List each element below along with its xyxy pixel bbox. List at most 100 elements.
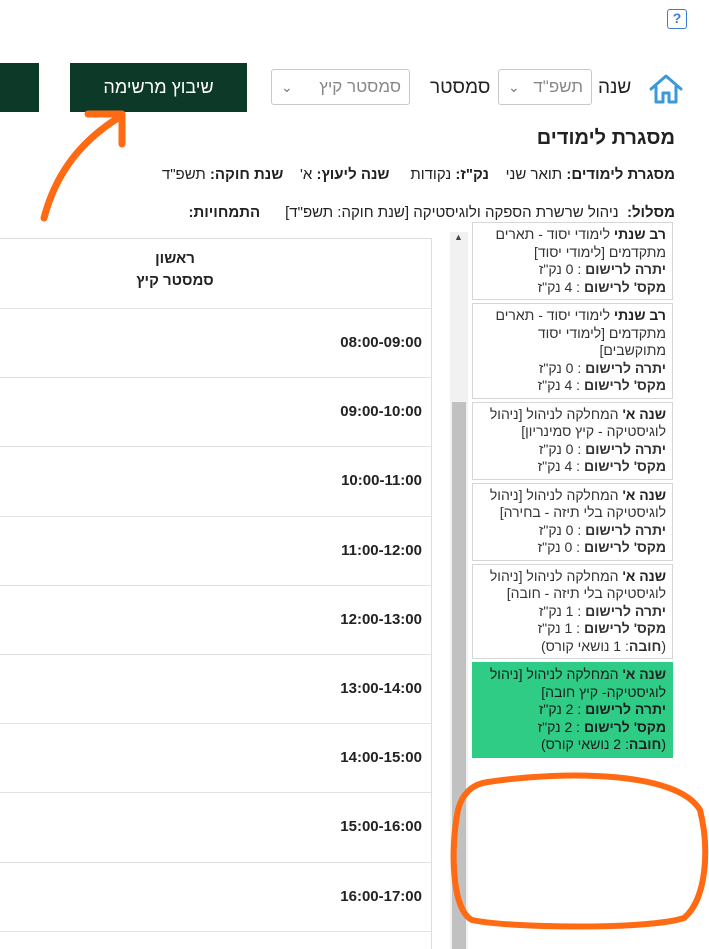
scroll-up-icon[interactable]: ▲	[454, 232, 463, 242]
max-value: : 2 נק"ז	[537, 718, 581, 735]
toolbar-button[interactable]	[0, 63, 39, 112]
balance-line: יתרה לרישום : 2 נק"ז	[477, 701, 666, 719]
requirement-card[interactable]: שנה א' המחלקה לניהול [ניהול לוגיסטיקה - …	[472, 401, 673, 480]
grid-divider	[0, 238, 432, 239]
max-label: מקס' לרישום	[583, 539, 666, 555]
time-slot-label: 09:00-10:00	[340, 403, 422, 420]
annotation-highlight-ellipse	[450, 772, 709, 930]
max-value: : 4 נק"ז	[537, 458, 581, 474]
requirement-card[interactable]: שנה א' המחלקה לניהול [ניהול לוגיסטיקה בל…	[472, 482, 673, 561]
time-slot-label: 14:00-15:00	[340, 749, 422, 766]
grid-row-divider	[0, 377, 432, 378]
max-line: מקס' לרישום : 2 נק"ז	[477, 719, 666, 737]
required-line: (חובה: 2 נושאי קורס)	[540, 736, 666, 752]
grid-row-divider	[0, 585, 432, 586]
grid-row-divider	[0, 654, 432, 655]
card-description: רב שנתי לימודי יסוד - תארים מתקדמים [לימ…	[477, 226, 666, 261]
balance-line: יתרה לרישום : 0 נק"ז	[477, 441, 666, 459]
card-description: שנה א' המחלקה לניהול [ניהול לוגיסטיקה בל…	[477, 487, 666, 522]
advising-year-value: א'	[300, 166, 313, 183]
balance-line: יתרה לרישום : 1 נק"ז	[477, 603, 666, 621]
balance-value: : 0 נק"ז	[538, 359, 582, 376]
time-slot-label: 11:00-12:00	[341, 542, 422, 559]
time-slot-label: 16:00-17:00	[340, 888, 422, 905]
framework-label: מסגרת לימודים:	[566, 166, 675, 183]
home-icon[interactable]	[648, 72, 684, 106]
balance-value: : 0 נק"ז	[538, 440, 582, 457]
max-value: : 0 נק"ז	[537, 539, 581, 555]
max-value: : 1 נק"ז	[537, 620, 581, 636]
column-semester: סמסטר קיץ	[136, 272, 214, 289]
card-year: רב שנתי	[613, 226, 666, 242]
day-column-header: ראשון סמסטר קיץ	[40, 248, 310, 292]
grid-row-divider	[0, 446, 432, 447]
balance-label: יתרה לרישום	[585, 602, 666, 619]
balance-line: יתרה לרישום : 0 נק"ז	[477, 261, 666, 279]
max-label: מקס' לרישום	[583, 718, 666, 735]
balance-value: : 0 נק"ז	[538, 521, 582, 538]
max-line: מקס' לרישום : 0 נק"ז	[477, 539, 666, 557]
card-description: שנה א' המחלקה לניהול [ניהול לוגיסטיקה - …	[477, 406, 666, 441]
year-label: שנה	[598, 77, 632, 98]
help-icon[interactable]: ?	[667, 9, 687, 29]
scrollbar-thumb[interactable]	[452, 402, 466, 949]
semester-select-value: סמסטר קיץ	[319, 77, 401, 96]
requirement-card[interactable]: שנה א' המחלקה לניהול [ניהול לוגיסטיקה- ק…	[472, 662, 673, 758]
max-label: מקס' לרישום	[583, 377, 666, 393]
credits-label: נק"ז:	[455, 166, 489, 183]
balance-label: יתרה לרישום	[585, 359, 666, 376]
credits-value: נקודות	[410, 166, 452, 183]
time-slot-label: 08:00-09:00	[340, 334, 422, 351]
required-line: (חובה: 1 נושאי קורס)	[540, 637, 666, 654]
card-description: שנה א' המחלקה לניהול [ניהול לוגיסטיקה- ק…	[477, 666, 666, 701]
balance-line: יתרה לרישום : 0 נק"ז	[477, 360, 666, 378]
required-value: : 1 נושאי קורס)	[540, 637, 629, 654]
required-label: חובה	[628, 637, 662, 654]
balance-value: : 2 נק"ז	[538, 701, 582, 717]
semester-select[interactable]: ⌄ סמסטר קיץ	[271, 69, 410, 105]
requirement-card[interactable]: רב שנתי לימודי יסוד - תארים מתקדמים [לימ…	[472, 222, 673, 300]
balance-value: : 0 נק"ז	[538, 261, 582, 277]
grid-row-divider	[0, 308, 432, 309]
year-select[interactable]: ⌄ תשפ"ד	[498, 69, 592, 105]
specializations-label: התמחויות:	[188, 204, 261, 221]
max-line: מקס' לרישום : 4 נק"ז	[477, 279, 666, 297]
law-year-value: תשפ"ד	[161, 166, 206, 183]
max-label: מקס' לרישום	[583, 620, 666, 636]
time-slot-label: 13:00-14:00	[340, 680, 422, 697]
grid-row-divider	[0, 931, 432, 932]
framework-value: תואר שני	[505, 166, 563, 183]
card-year: שנה א'	[622, 666, 666, 682]
card-year: רב שנתי	[613, 307, 666, 323]
semester-label: סמסטר	[430, 77, 491, 98]
required-value: : 2 נושאי קורס)	[540, 736, 629, 752]
balance-line: יתרה לרישום : 0 נק"ז	[477, 522, 666, 540]
year-select-value: תשפ"ד	[533, 77, 583, 96]
track-label: מסלול:	[626, 204, 675, 221]
max-value: : 4 נק"ז	[537, 278, 581, 295]
law-year-label: שנת חוקה:	[209, 166, 284, 183]
card-description: רב שנתי לימודי יסוד - תארים מתקדמים [לימ…	[477, 307, 666, 360]
framework-info-line: מסגרת לימודים: תואר שני נק"ז: נקודות שנה…	[162, 166, 675, 183]
track-value: ניהול שרשרת הספקה ולוגיסטיקה [שנת חוקה: …	[285, 204, 619, 221]
plan-from-list-button[interactable]: שיבוץ מרשימה	[70, 63, 247, 112]
required-label: חובה	[628, 736, 662, 752]
grid-divider	[431, 238, 432, 949]
max-value: : 4 נק"ז	[537, 377, 581, 393]
balance-label: יתרה לרישום	[585, 440, 666, 457]
max-line: מקס' לרישום : 4 נק"ז	[477, 458, 666, 476]
grid-row-divider	[0, 862, 432, 863]
day-name: ראשון	[155, 250, 195, 267]
max-line: מקס' לרישום : 4 נק"ז	[477, 377, 666, 395]
page-title: מסגרת לימודים	[536, 127, 675, 149]
balance-label: יתרה לרישום	[585, 701, 666, 717]
card-year: שנה א'	[622, 405, 666, 422]
chevron-down-icon: ⌄	[281, 79, 293, 95]
card-year: שנה א'	[622, 567, 666, 584]
card-description: שנה א' המחלקה לניהול [ניהול לוגיסטיקה בל…	[477, 568, 666, 603]
balance-label: יתרה לרישום	[585, 261, 666, 277]
max-label: מקס' לרישום	[583, 458, 666, 474]
requirement-card[interactable]: שנה א' המחלקה לניהול [ניהול לוגיסטיקה בל…	[472, 563, 673, 659]
advising-year-label: שנה ליעוץ:	[316, 166, 390, 183]
requirement-card[interactable]: רב שנתי לימודי יסוד - תארים מתקדמים [לימ…	[472, 303, 673, 399]
